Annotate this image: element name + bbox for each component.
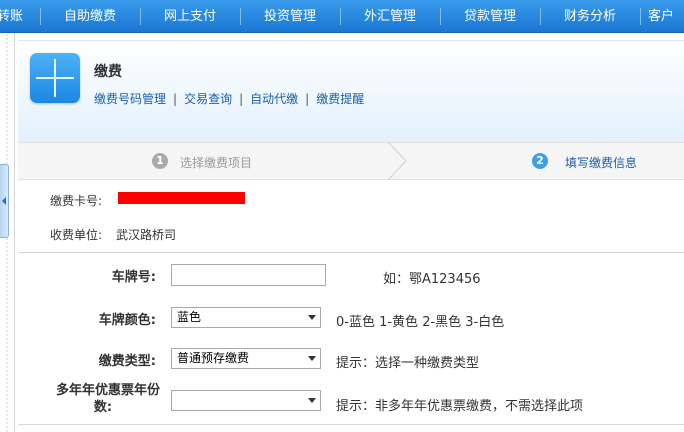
step-divider-chevron [388,142,407,180]
nav-item-finance-analysis[interactable]: 财务分析 [540,0,640,33]
dropdown-arrow-icon [308,315,316,320]
link-separator: | [239,92,244,106]
payee-label: 收费单位: [50,228,103,242]
link-separator: | [173,92,178,106]
plate-color-label: 车牌颜色: [98,313,156,328]
form-bottom-border [18,424,684,425]
link-payment-number-management[interactable]: 缴费号码管理 [94,92,166,106]
nav-item-loan[interactable]: 贷款管理 [440,0,540,33]
link-payment-reminder[interactable]: 缴费提醒 [316,92,364,106]
plate-number-label: 车牌号: [111,270,156,285]
plate-color-select[interactable]: 蓝色 [171,307,321,328]
plate-color-hint: 0-蓝色 1-黄色 2-黑色 3-白色 [336,315,505,330]
nav-item-investment[interactable]: 投资管理 [240,0,340,33]
step-label-1: 选择缴费项目 [180,156,253,170]
payment-app-icon [30,53,80,103]
multi-year-select[interactable] [171,390,321,411]
payment-type-selected: 普通预存缴费 [177,351,250,365]
nav-item-self-pay[interactable]: 自助缴费 [40,0,140,33]
link-separator: | [305,92,310,106]
dropdown-arrow-icon [308,398,316,403]
nav-item-transfer[interactable]: 转账 [0,0,28,33]
header-sublinks: 缴费号码管理 | 交易查询 | 自动代缴 | 缴费提醒 [94,90,364,107]
step-number-2: 2 [532,153,548,169]
section-divider [18,252,684,253]
payee-value: 武汉路桥司 [116,228,177,242]
top-nav: 转账 自助缴费 网上支付 投资管理 外汇管理 贷款管理 财务分析 客户 [0,0,684,33]
page-title: 缴费 [94,64,122,80]
dropdown-arrow-icon [308,356,316,361]
page-header: 缴费 缴费号码管理 | 交易查询 | 自动代缴 | 缴费提醒 [18,40,684,142]
card-number-label: 缴费卡号: [50,194,103,208]
payment-type-hint: 提示：选择一种缴费类型 [336,356,480,371]
payment-type-select[interactable]: 普通预存缴费 [171,348,321,369]
payment-type-label: 缴费类型: [98,354,156,369]
multi-year-label-line2: 数: [93,400,113,415]
link-auto-pay[interactable]: 自动代缴 [250,92,298,106]
step-progress-bar: 1 选择缴费项目 2 填写缴费信息 [18,142,684,180]
step-number-1: 1 [152,153,168,169]
plate-number-input[interactable] [171,264,326,286]
multi-year-label-line1: 多年年优惠票年份 [55,383,160,398]
nav-item-forex[interactable]: 外汇管理 [340,0,440,33]
nav-separator [640,8,641,25]
multi-year-hint: 提示：非多年年优惠票缴费，不需选择此项 [336,399,584,414]
plate-number-hint: 如：鄂A123456 [383,272,481,287]
link-transaction-query[interactable]: 交易查询 [184,92,232,106]
plate-color-selected: 蓝色 [177,310,202,324]
card-number-redacted [118,192,245,204]
nav-item-customer[interactable]: 客户 [648,0,684,33]
multi-year-label: 多年年优惠票年份 数: [30,382,160,416]
step-label-2: 填写缴费信息 [565,156,638,170]
sidebar-collapse-handle[interactable] [0,164,9,238]
collapse-arrow-icon [2,197,6,205]
nav-item-online-pay[interactable]: 网上支付 [140,0,240,33]
